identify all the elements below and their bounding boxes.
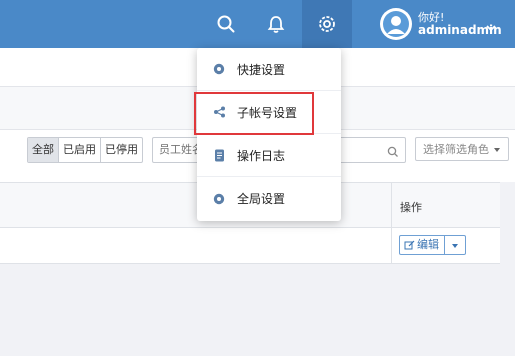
edit-dropdown-toggle[interactable]	[445, 235, 466, 255]
document-icon	[211, 147, 227, 163]
menu-item-global-settings[interactable]: 全局设置	[197, 177, 341, 220]
filter-all-button[interactable]: 全部	[28, 138, 59, 162]
edit-button[interactable]: 编辑	[399, 235, 445, 255]
menu-item-label: 操作日志	[237, 148, 286, 163]
table-row-actions: 编辑	[399, 235, 466, 255]
edit-icon	[404, 240, 415, 249]
bell-icon[interactable]	[254, 0, 298, 48]
top-navbar: 你好! adminadmin	[0, 0, 515, 48]
filter-disabled-button[interactable]: 已停用	[101, 138, 142, 162]
caret-down-icon	[452, 244, 458, 248]
status-filter-group: 全部 已启用 已停用	[27, 137, 143, 163]
menu-item-label: 全局设置	[237, 192, 286, 206]
search-icon[interactable]	[204, 0, 248, 48]
filter-enabled-button[interactable]: 已启用	[59, 138, 101, 162]
role-filter-label: 选择筛选角色	[423, 143, 489, 156]
chevron-down-icon	[494, 148, 500, 152]
gear-icon	[211, 61, 227, 77]
menu-item-quick-settings[interactable]: 快捷设置	[197, 48, 341, 91]
search-icon[interactable]	[387, 143, 399, 162]
avatar	[380, 8, 412, 40]
chevron-down-icon[interactable]	[486, 17, 496, 36]
gear-icon	[211, 191, 227, 207]
settings-gear-icon[interactable]	[302, 0, 352, 48]
role-filter-select[interactable]: 选择筛选角色	[415, 137, 509, 161]
menu-item-operation-log[interactable]: 操作日志	[197, 134, 341, 177]
menu-item-label: 快捷设置	[237, 62, 286, 77]
user-menu[interactable]: 你好! adminadmin	[380, 6, 502, 42]
highlight-box	[194, 92, 314, 135]
edit-button-label: 编辑	[417, 238, 439, 251]
column-header-actions: 操作	[400, 201, 422, 214]
